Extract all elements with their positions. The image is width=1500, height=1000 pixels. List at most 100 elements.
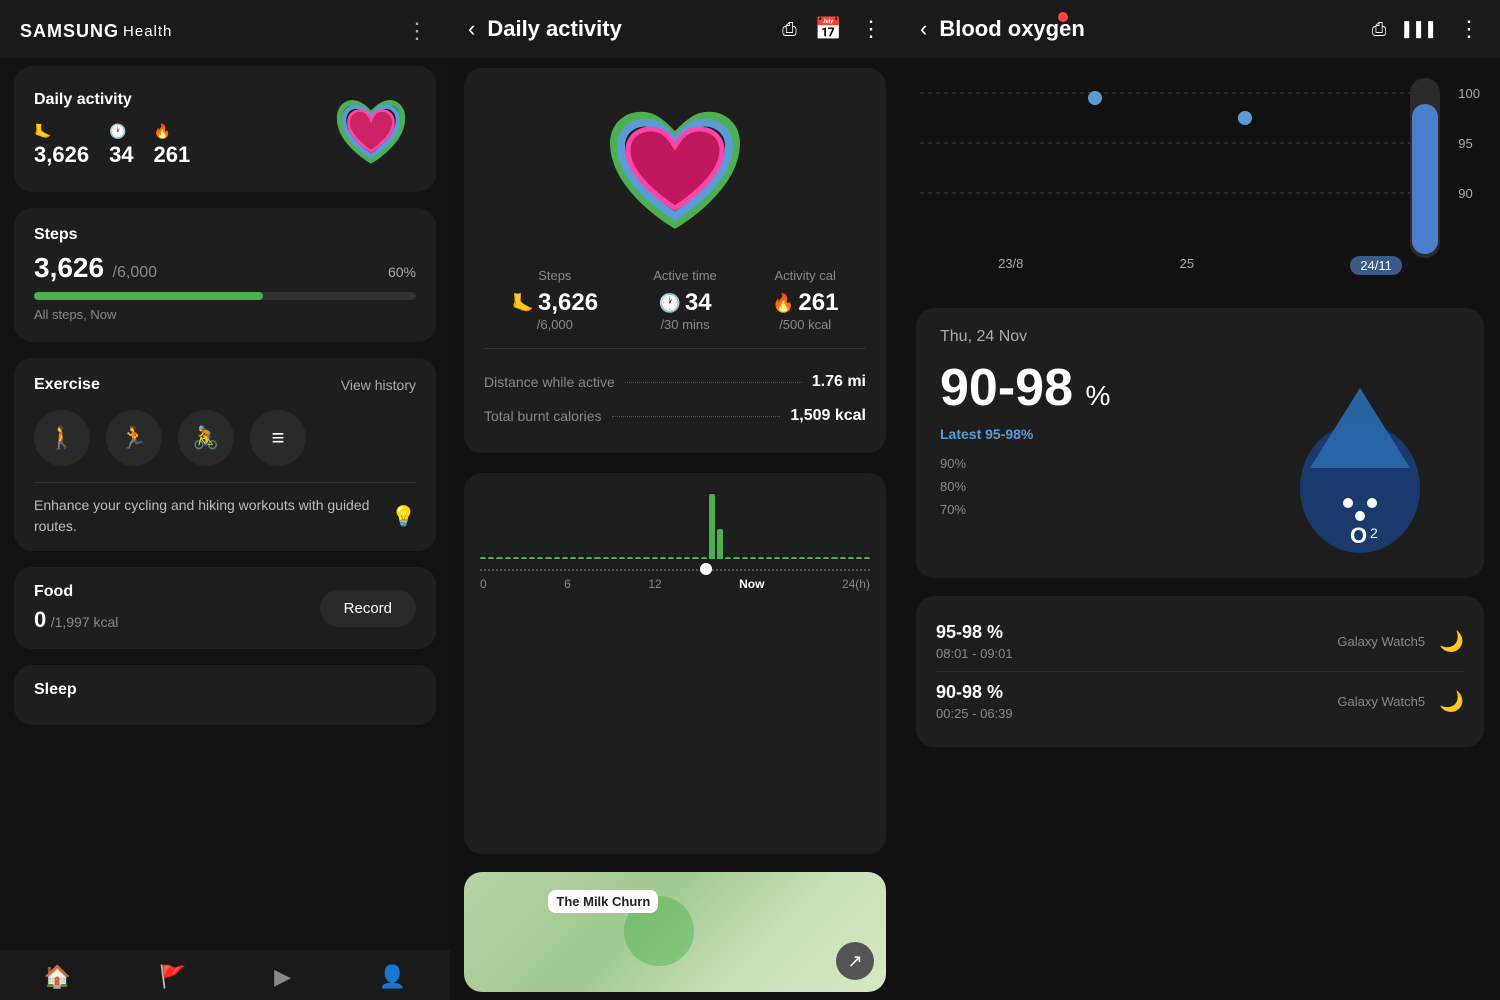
steps-stat: 🦶 3,626 xyxy=(34,123,89,168)
oxygen-range-value: 90-98 xyxy=(940,359,1073,417)
steps-stat-value: 3,626 xyxy=(34,142,89,168)
cycle-exercise-button[interactable]: 🚴 xyxy=(178,410,234,466)
bottom-navigation: 🏠 🚩 ▶ 👤 xyxy=(0,950,450,1000)
blood-oxygen-bars-icon[interactable]: ▌▌▌ xyxy=(1404,21,1440,37)
chart-date-active[interactable]: 24/11 xyxy=(1350,256,1402,275)
food-goal: /1,997 kcal xyxy=(51,614,119,630)
distance-label: Distance while active xyxy=(484,374,615,390)
map-card[interactable]: The Milk Churn ↗ xyxy=(464,872,886,992)
back-button[interactable]: ‹ xyxy=(468,16,475,42)
chart-x-labels: 0 6 12 Now 24(h) xyxy=(480,577,870,591)
active-time-label: Active time xyxy=(653,268,717,283)
chart-bar xyxy=(594,557,600,559)
chart-bar xyxy=(611,557,617,559)
active-stat-value: 34 xyxy=(109,142,133,168)
more-menu-icon[interactable]: ⋮ xyxy=(406,18,430,44)
activity-cal-sub: /500 kcal xyxy=(779,317,831,332)
chart-bar xyxy=(717,529,723,559)
record-1-range: 95-98 % xyxy=(936,622,1013,643)
activity-nav-item[interactable]: 🚩 xyxy=(159,964,186,990)
active-icon: 🕐 xyxy=(109,123,126,140)
chart-bar xyxy=(799,557,805,559)
food-value: 0 xyxy=(34,607,46,632)
view-history-link[interactable]: View history xyxy=(341,377,416,393)
chart-bar xyxy=(562,557,568,559)
chart-bar xyxy=(668,557,674,559)
chart-label-12: 12 xyxy=(648,577,661,591)
steps-metric-label: Steps xyxy=(538,268,571,283)
exercise-icons-row: 🚶 🏃 🚴 ≡ xyxy=(34,410,416,466)
chart-bar xyxy=(750,557,756,559)
record-food-button[interactable]: Record xyxy=(320,590,416,627)
activity-nav-icon: 🚩 xyxy=(159,964,186,990)
run-exercise-button[interactable]: 🏃 xyxy=(106,410,162,466)
chart-bars xyxy=(480,489,870,559)
scale-80: 80% xyxy=(940,479,1260,494)
chart-bar xyxy=(529,557,535,559)
total-cal-row: Total burnt calories 1,509 kcal xyxy=(484,399,866,433)
daily-activity-card[interactable]: Daily activity 🦶 3,626 🕐 34 🔥 261 xyxy=(14,66,436,192)
map-location-label: The Milk Churn xyxy=(548,890,658,913)
chart-bar xyxy=(578,557,584,559)
chart-bar xyxy=(660,557,666,559)
record-2-device: Galaxy Watch5 xyxy=(1337,694,1425,709)
blood-oxygen-more-icon[interactable]: ⋮ xyxy=(1458,16,1480,42)
media-nav-item[interactable]: ▶ xyxy=(274,964,291,990)
calendar-icon[interactable]: 📅 xyxy=(815,16,842,42)
chart-bar xyxy=(652,557,658,559)
steps-progress-bg xyxy=(34,292,416,300)
y-axis-90: 90 xyxy=(1458,186,1480,201)
oxygen-date: Thu, 24 Nov xyxy=(940,328,1460,346)
map-expand-button[interactable]: ↗ xyxy=(836,942,874,980)
steps-card[interactable]: Steps 3,626 /6,000 60% All steps, Now xyxy=(14,208,436,342)
chart-bar xyxy=(619,557,625,559)
oxygen-visual: O 2 xyxy=(1260,358,1460,558)
walk-exercise-button[interactable]: 🚶 xyxy=(34,410,90,466)
list-exercise-button[interactable]: ≡ xyxy=(250,410,306,466)
profile-nav-icon: 👤 xyxy=(379,964,406,990)
steps-metric-value: 3,626 xyxy=(538,289,598,317)
share-icon[interactable]: ⎙ xyxy=(782,19,796,40)
chart-bar xyxy=(791,557,797,559)
oxygen-percent-symbol: % xyxy=(1085,380,1110,411)
record-2-moon-icon: 🌙 xyxy=(1439,689,1464,714)
chart-bar xyxy=(692,557,698,559)
record-1-time: 08:01 - 09:01 xyxy=(936,646,1013,661)
svg-text:2: 2 xyxy=(1370,525,1378,541)
profile-nav-item[interactable]: 👤 xyxy=(379,964,406,990)
exercise-card[interactable]: Exercise View history 🚶 🏃 🚴 ≡ Enhance yo… xyxy=(14,358,436,551)
scale-70: 70% xyxy=(940,502,1260,517)
distance-dots xyxy=(625,382,802,383)
y-axis-95: 95 xyxy=(1458,136,1480,151)
chart-label-24: 24(h) xyxy=(842,577,870,591)
chart-bar xyxy=(676,557,682,559)
chart-bar xyxy=(856,557,862,559)
sleep-card[interactable]: Sleep xyxy=(14,665,436,725)
slider-bar-fill xyxy=(1412,104,1438,254)
total-cal-label: Total burnt calories xyxy=(484,408,602,424)
map-background: The Milk Churn ↗ xyxy=(464,872,886,992)
home-nav-icon: 🏠 xyxy=(44,964,71,990)
food-title: Food xyxy=(34,583,118,601)
food-card[interactable]: Food 0 /1,997 kcal Record xyxy=(14,567,436,649)
oxygen-record-2[interactable]: 90-98 % 00:25 - 06:39 Galaxy Watch5 🌙 xyxy=(936,671,1464,731)
spo2-slider-bar[interactable] xyxy=(1410,78,1440,258)
more-icon[interactable]: ⋮ xyxy=(860,16,882,42)
sleep-title: Sleep xyxy=(34,681,416,699)
chart-bar xyxy=(684,557,690,559)
chart-label-now: Now xyxy=(739,577,764,591)
chart-date-1[interactable]: 23/8 xyxy=(998,256,1023,275)
active-stat: 🕐 34 xyxy=(109,123,133,168)
home-nav-item[interactable]: 🏠 xyxy=(44,964,71,990)
chart-bar xyxy=(496,557,502,559)
chart-date-2[interactable]: 25 xyxy=(1180,256,1194,275)
oxygen-record-1[interactable]: 95-98 % 08:01 - 09:01 Galaxy Watch5 🌙 xyxy=(936,612,1464,671)
steps-metric-sub: /6,000 xyxy=(537,317,573,332)
blood-oxygen-records: 95-98 % 08:01 - 09:01 Galaxy Watch5 🌙 90… xyxy=(916,596,1484,747)
blood-oxygen-back-button[interactable]: ‹ xyxy=(920,16,927,42)
steps-chart xyxy=(480,489,870,569)
blood-oxygen-share-icon[interactable]: ⎙ xyxy=(1372,19,1386,40)
chart-bar xyxy=(725,557,731,559)
daily-activity-header: ‹ Daily activity ⎙ 📅 ⋮ xyxy=(450,0,900,58)
chart-dot-2 xyxy=(1238,111,1252,125)
